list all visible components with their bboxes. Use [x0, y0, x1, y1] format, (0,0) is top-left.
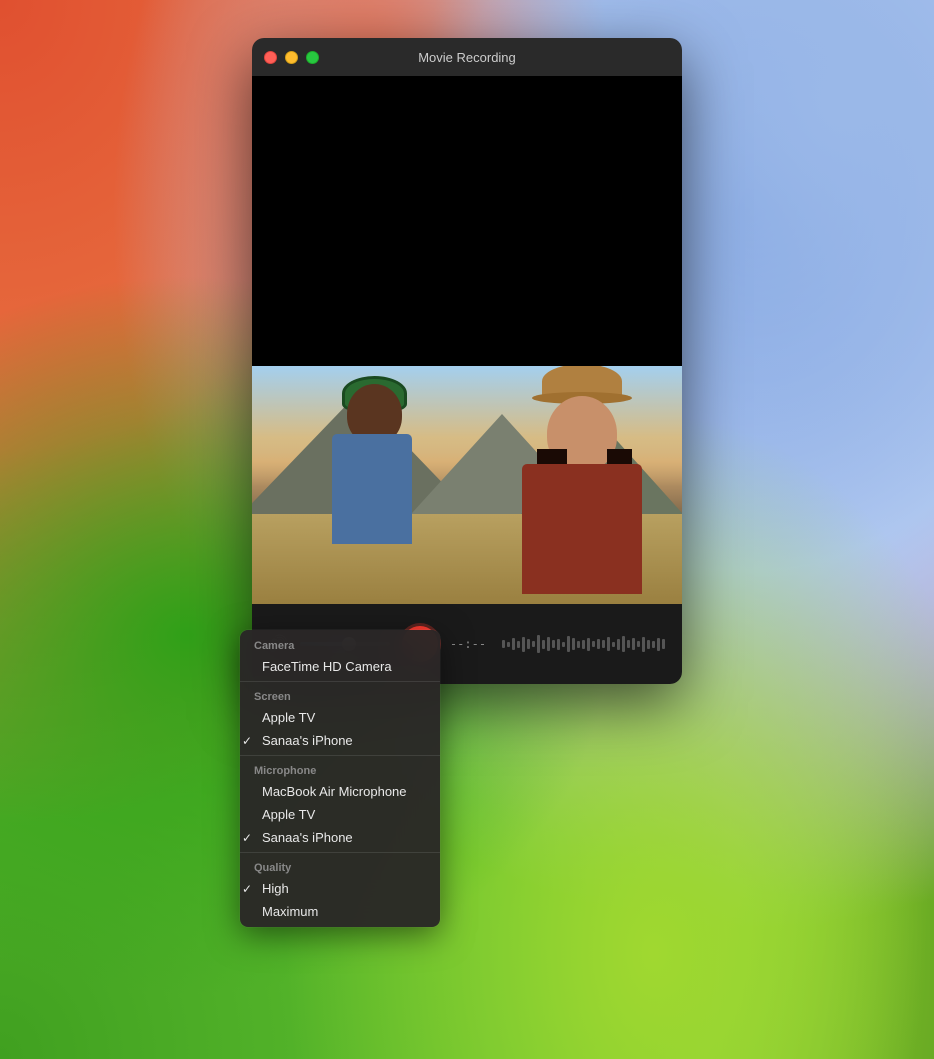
viz-bar — [637, 641, 640, 647]
viz-bar — [532, 641, 535, 647]
divider-2 — [240, 755, 440, 756]
viz-bar — [552, 640, 555, 648]
body-right — [522, 464, 642, 594]
viz-bar — [557, 639, 560, 650]
viz-bar — [572, 638, 575, 650]
person-left — [312, 384, 472, 574]
quality-high-label: High — [254, 881, 289, 896]
microphone-section-header: Microphone — [240, 759, 440, 780]
camera-feed — [252, 366, 682, 604]
mic-apple-tv[interactable]: ✓ Apple TV — [240, 803, 440, 826]
viz-bar — [527, 639, 530, 649]
titlebar: Movie Recording — [252, 38, 682, 76]
viz-bar — [597, 639, 600, 649]
mic-sanaas-iphone-label: Sanaa's iPhone — [254, 830, 353, 845]
viz-bar — [562, 642, 565, 647]
checkmark-icon: ✓ — [242, 882, 252, 896]
viz-bar — [632, 638, 635, 650]
time-display: --:-- — [450, 637, 486, 651]
quality-maximum[interactable]: ✓ Maximum — [240, 900, 440, 923]
body-left — [332, 434, 412, 544]
video-black-area — [252, 76, 682, 366]
quality-maximum-label: Maximum — [254, 904, 318, 919]
viz-bar — [592, 641, 595, 647]
viz-bar — [657, 638, 660, 651]
maximize-button[interactable] — [306, 51, 319, 64]
viz-bar — [567, 636, 570, 652]
viz-bar — [647, 640, 650, 649]
viz-bar — [622, 636, 625, 652]
checkmark-icon: ✓ — [242, 734, 252, 748]
viz-bar — [542, 640, 545, 649]
screen-apple-tv-label: Apple TV — [254, 710, 315, 725]
viz-bar — [617, 639, 620, 650]
mic-apple-tv-label: Apple TV — [254, 807, 315, 822]
viz-bar — [612, 642, 615, 647]
screen-sanaas-iphone[interactable]: ✓ Sanaa's iPhone — [240, 729, 440, 752]
viz-bar — [652, 641, 655, 648]
viz-bar — [642, 637, 645, 652]
camera-scene — [252, 366, 682, 604]
screen-section-header: Screen — [240, 685, 440, 706]
divider-3 — [240, 852, 440, 853]
minimize-button[interactable] — [285, 51, 298, 64]
viz-bar — [537, 635, 540, 653]
movie-recording-window: Movie Recording — [252, 38, 682, 684]
person-right — [482, 366, 682, 594]
viz-bar — [547, 637, 550, 651]
mic-macbook-air-label: MacBook Air Microphone — [254, 784, 407, 799]
viz-bar — [512, 638, 515, 650]
viz-bar — [582, 640, 585, 649]
close-button[interactable] — [264, 51, 277, 64]
camera-facetime-hd-label: FaceTime HD Camera — [254, 659, 392, 674]
viz-bar — [627, 640, 630, 648]
camera-facetime-hd[interactable]: ✓ FaceTime HD Camera — [240, 655, 440, 678]
divider-1 — [240, 681, 440, 682]
audio-visualizer: const heights = [8,5,12,7,15,10,6,18,9,1… — [502, 629, 666, 659]
screen-apple-tv[interactable]: ✓ Apple TV — [240, 706, 440, 729]
viz-bar — [602, 640, 605, 648]
viz-bar — [607, 637, 610, 651]
mic-sanaas-iphone[interactable]: ✓ Sanaa's iPhone — [240, 826, 440, 849]
viz-bar — [577, 641, 580, 648]
window-title: Movie Recording — [418, 50, 516, 65]
viz-bar — [522, 637, 525, 652]
camera-section-header: Camera — [240, 634, 440, 655]
viz-bar — [662, 639, 665, 649]
mic-macbook-air[interactable]: ✓ MacBook Air Microphone — [240, 780, 440, 803]
screen-sanaas-iphone-label: Sanaa's iPhone — [254, 733, 353, 748]
quality-section-header: Quality — [240, 856, 440, 877]
quality-high[interactable]: ✓ High — [240, 877, 440, 900]
settings-dropdown: Camera ✓ FaceTime HD Camera Screen ✓ App… — [240, 630, 440, 927]
checkmark-icon: ✓ — [242, 831, 252, 845]
window-controls — [264, 51, 319, 64]
viz-bar — [587, 638, 590, 651]
viz-bar — [502, 640, 505, 648]
viz-bar — [507, 642, 510, 647]
viz-bar — [517, 641, 520, 648]
